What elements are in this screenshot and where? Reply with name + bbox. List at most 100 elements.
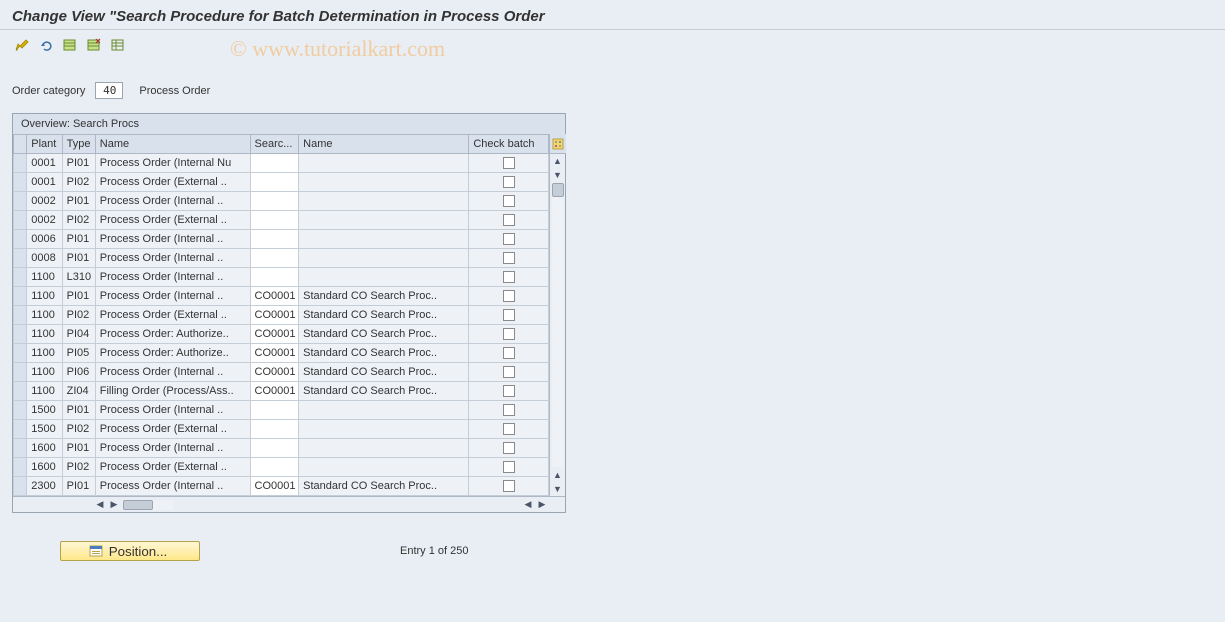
row-selector[interactable] bbox=[14, 211, 27, 230]
col-name[interactable]: Name bbox=[95, 135, 250, 154]
hscroll-right-icon[interactable]: ▶ bbox=[107, 498, 121, 512]
cell-name2 bbox=[299, 249, 469, 268]
cell-search[interactable] bbox=[250, 401, 299, 420]
cell-search[interactable]: CO0001 bbox=[250, 325, 299, 344]
check-batch-checkbox[interactable] bbox=[503, 404, 515, 416]
check-batch-checkbox[interactable] bbox=[503, 214, 515, 226]
row-selector[interactable] bbox=[14, 439, 27, 458]
check-batch-checkbox[interactable] bbox=[503, 233, 515, 245]
row-selector[interactable] bbox=[14, 420, 27, 439]
row-selector[interactable] bbox=[14, 306, 27, 325]
cell-name2: Standard CO Search Proc.. bbox=[299, 477, 469, 496]
select-all-icon[interactable] bbox=[60, 36, 80, 54]
cell-plant: 1100 bbox=[27, 344, 62, 363]
cell-name: Process Order (Internal .. bbox=[95, 192, 250, 211]
col-selector[interactable] bbox=[14, 135, 27, 154]
check-batch-checkbox[interactable] bbox=[503, 461, 515, 473]
check-batch-checkbox[interactable] bbox=[503, 195, 515, 207]
check-batch-checkbox[interactable] bbox=[503, 328, 515, 340]
cell-check bbox=[469, 458, 549, 477]
check-batch-checkbox[interactable] bbox=[503, 385, 515, 397]
col-type[interactable]: Type bbox=[62, 135, 95, 154]
table-row: 1100PI01Process Order (Internal ..CO0001… bbox=[14, 287, 549, 306]
cell-check bbox=[469, 344, 549, 363]
scroll-down-page-icon[interactable]: ▼ bbox=[550, 482, 566, 496]
undo-icon[interactable] bbox=[36, 36, 56, 54]
cell-search[interactable]: CO0001 bbox=[250, 344, 299, 363]
row-selector[interactable] bbox=[14, 287, 27, 306]
check-batch-checkbox[interactable] bbox=[503, 347, 515, 359]
cell-name2: Standard CO Search Proc.. bbox=[299, 325, 469, 344]
hscroll-right2-icon[interactable]: ▶ bbox=[535, 498, 549, 512]
cell-type: PI01 bbox=[62, 230, 95, 249]
table-row: 0008PI01Process Order (Internal .. bbox=[14, 249, 549, 268]
row-selector[interactable] bbox=[14, 401, 27, 420]
row-selector[interactable] bbox=[14, 192, 27, 211]
check-batch-checkbox[interactable] bbox=[503, 366, 515, 378]
check-batch-checkbox[interactable] bbox=[503, 480, 515, 492]
col-plant[interactable]: Plant bbox=[27, 135, 62, 154]
hscroll-thumb[interactable] bbox=[123, 500, 153, 510]
row-selector[interactable] bbox=[14, 458, 27, 477]
check-batch-checkbox[interactable] bbox=[503, 271, 515, 283]
cell-search[interactable] bbox=[250, 154, 299, 173]
check-batch-checkbox[interactable] bbox=[503, 442, 515, 454]
row-selector[interactable] bbox=[14, 230, 27, 249]
col-name2[interactable]: Name bbox=[299, 135, 469, 154]
cell-search[interactable] bbox=[250, 211, 299, 230]
horizontal-scrollbar[interactable]: ◀ ▶ ◀ ▶ bbox=[13, 496, 565, 512]
row-selector[interactable] bbox=[14, 249, 27, 268]
cell-type: PI05 bbox=[62, 344, 95, 363]
scroll-up-icon[interactable]: ▲ bbox=[550, 154, 566, 168]
row-selector[interactable] bbox=[14, 477, 27, 496]
check-batch-checkbox[interactable] bbox=[503, 309, 515, 321]
hscroll-left-icon[interactable]: ◀ bbox=[93, 498, 107, 512]
check-batch-checkbox[interactable] bbox=[503, 252, 515, 264]
cell-search[interactable] bbox=[250, 458, 299, 477]
cell-check bbox=[469, 382, 549, 401]
cell-search[interactable]: CO0001 bbox=[250, 306, 299, 325]
col-check[interactable]: Check batch bbox=[469, 135, 549, 154]
scroll-thumb[interactable] bbox=[552, 183, 564, 197]
cell-name2: Standard CO Search Proc.. bbox=[299, 287, 469, 306]
table-settings-icon[interactable] bbox=[108, 36, 128, 54]
row-selector[interactable] bbox=[14, 382, 27, 401]
row-selector[interactable] bbox=[14, 173, 27, 192]
cell-search[interactable] bbox=[250, 268, 299, 287]
scroll-up-page-icon[interactable]: ▲ bbox=[550, 468, 566, 482]
row-selector[interactable] bbox=[14, 363, 27, 382]
cell-search[interactable] bbox=[250, 192, 299, 211]
cell-search[interactable] bbox=[250, 230, 299, 249]
row-selector[interactable] bbox=[14, 154, 27, 173]
cell-check bbox=[469, 268, 549, 287]
cell-search[interactable]: CO0001 bbox=[250, 382, 299, 401]
cell-check bbox=[469, 401, 549, 420]
row-selector[interactable] bbox=[14, 325, 27, 344]
cell-check bbox=[469, 306, 549, 325]
check-batch-checkbox[interactable] bbox=[503, 157, 515, 169]
row-selector[interactable] bbox=[14, 344, 27, 363]
toggle-display-change-icon[interactable] bbox=[12, 36, 32, 54]
cell-search[interactable]: CO0001 bbox=[250, 477, 299, 496]
check-batch-checkbox[interactable] bbox=[503, 176, 515, 188]
vertical-scrollbar[interactable]: ▲ ▼ ▲ ▼ bbox=[549, 134, 565, 496]
table-config-icon[interactable] bbox=[550, 134, 566, 154]
cell-search[interactable] bbox=[250, 420, 299, 439]
check-batch-checkbox[interactable] bbox=[503, 290, 515, 302]
cell-plant: 0006 bbox=[27, 230, 62, 249]
table-row: 1600PI02Process Order (External .. bbox=[14, 458, 549, 477]
cell-search[interactable]: CO0001 bbox=[250, 287, 299, 306]
cell-search[interactable] bbox=[250, 439, 299, 458]
cell-name2 bbox=[299, 420, 469, 439]
cell-search[interactable] bbox=[250, 249, 299, 268]
cell-search[interactable]: CO0001 bbox=[250, 363, 299, 382]
row-selector[interactable] bbox=[14, 268, 27, 287]
deselect-all-icon[interactable] bbox=[84, 36, 104, 54]
hscroll-left2-icon[interactable]: ◀ bbox=[521, 498, 535, 512]
check-batch-checkbox[interactable] bbox=[503, 423, 515, 435]
scroll-down-icon[interactable]: ▼ bbox=[550, 168, 566, 182]
cell-search[interactable] bbox=[250, 173, 299, 192]
cell-plant: 0002 bbox=[27, 211, 62, 230]
position-button[interactable]: Position... bbox=[60, 541, 200, 561]
col-search[interactable]: Searc... bbox=[250, 135, 299, 154]
